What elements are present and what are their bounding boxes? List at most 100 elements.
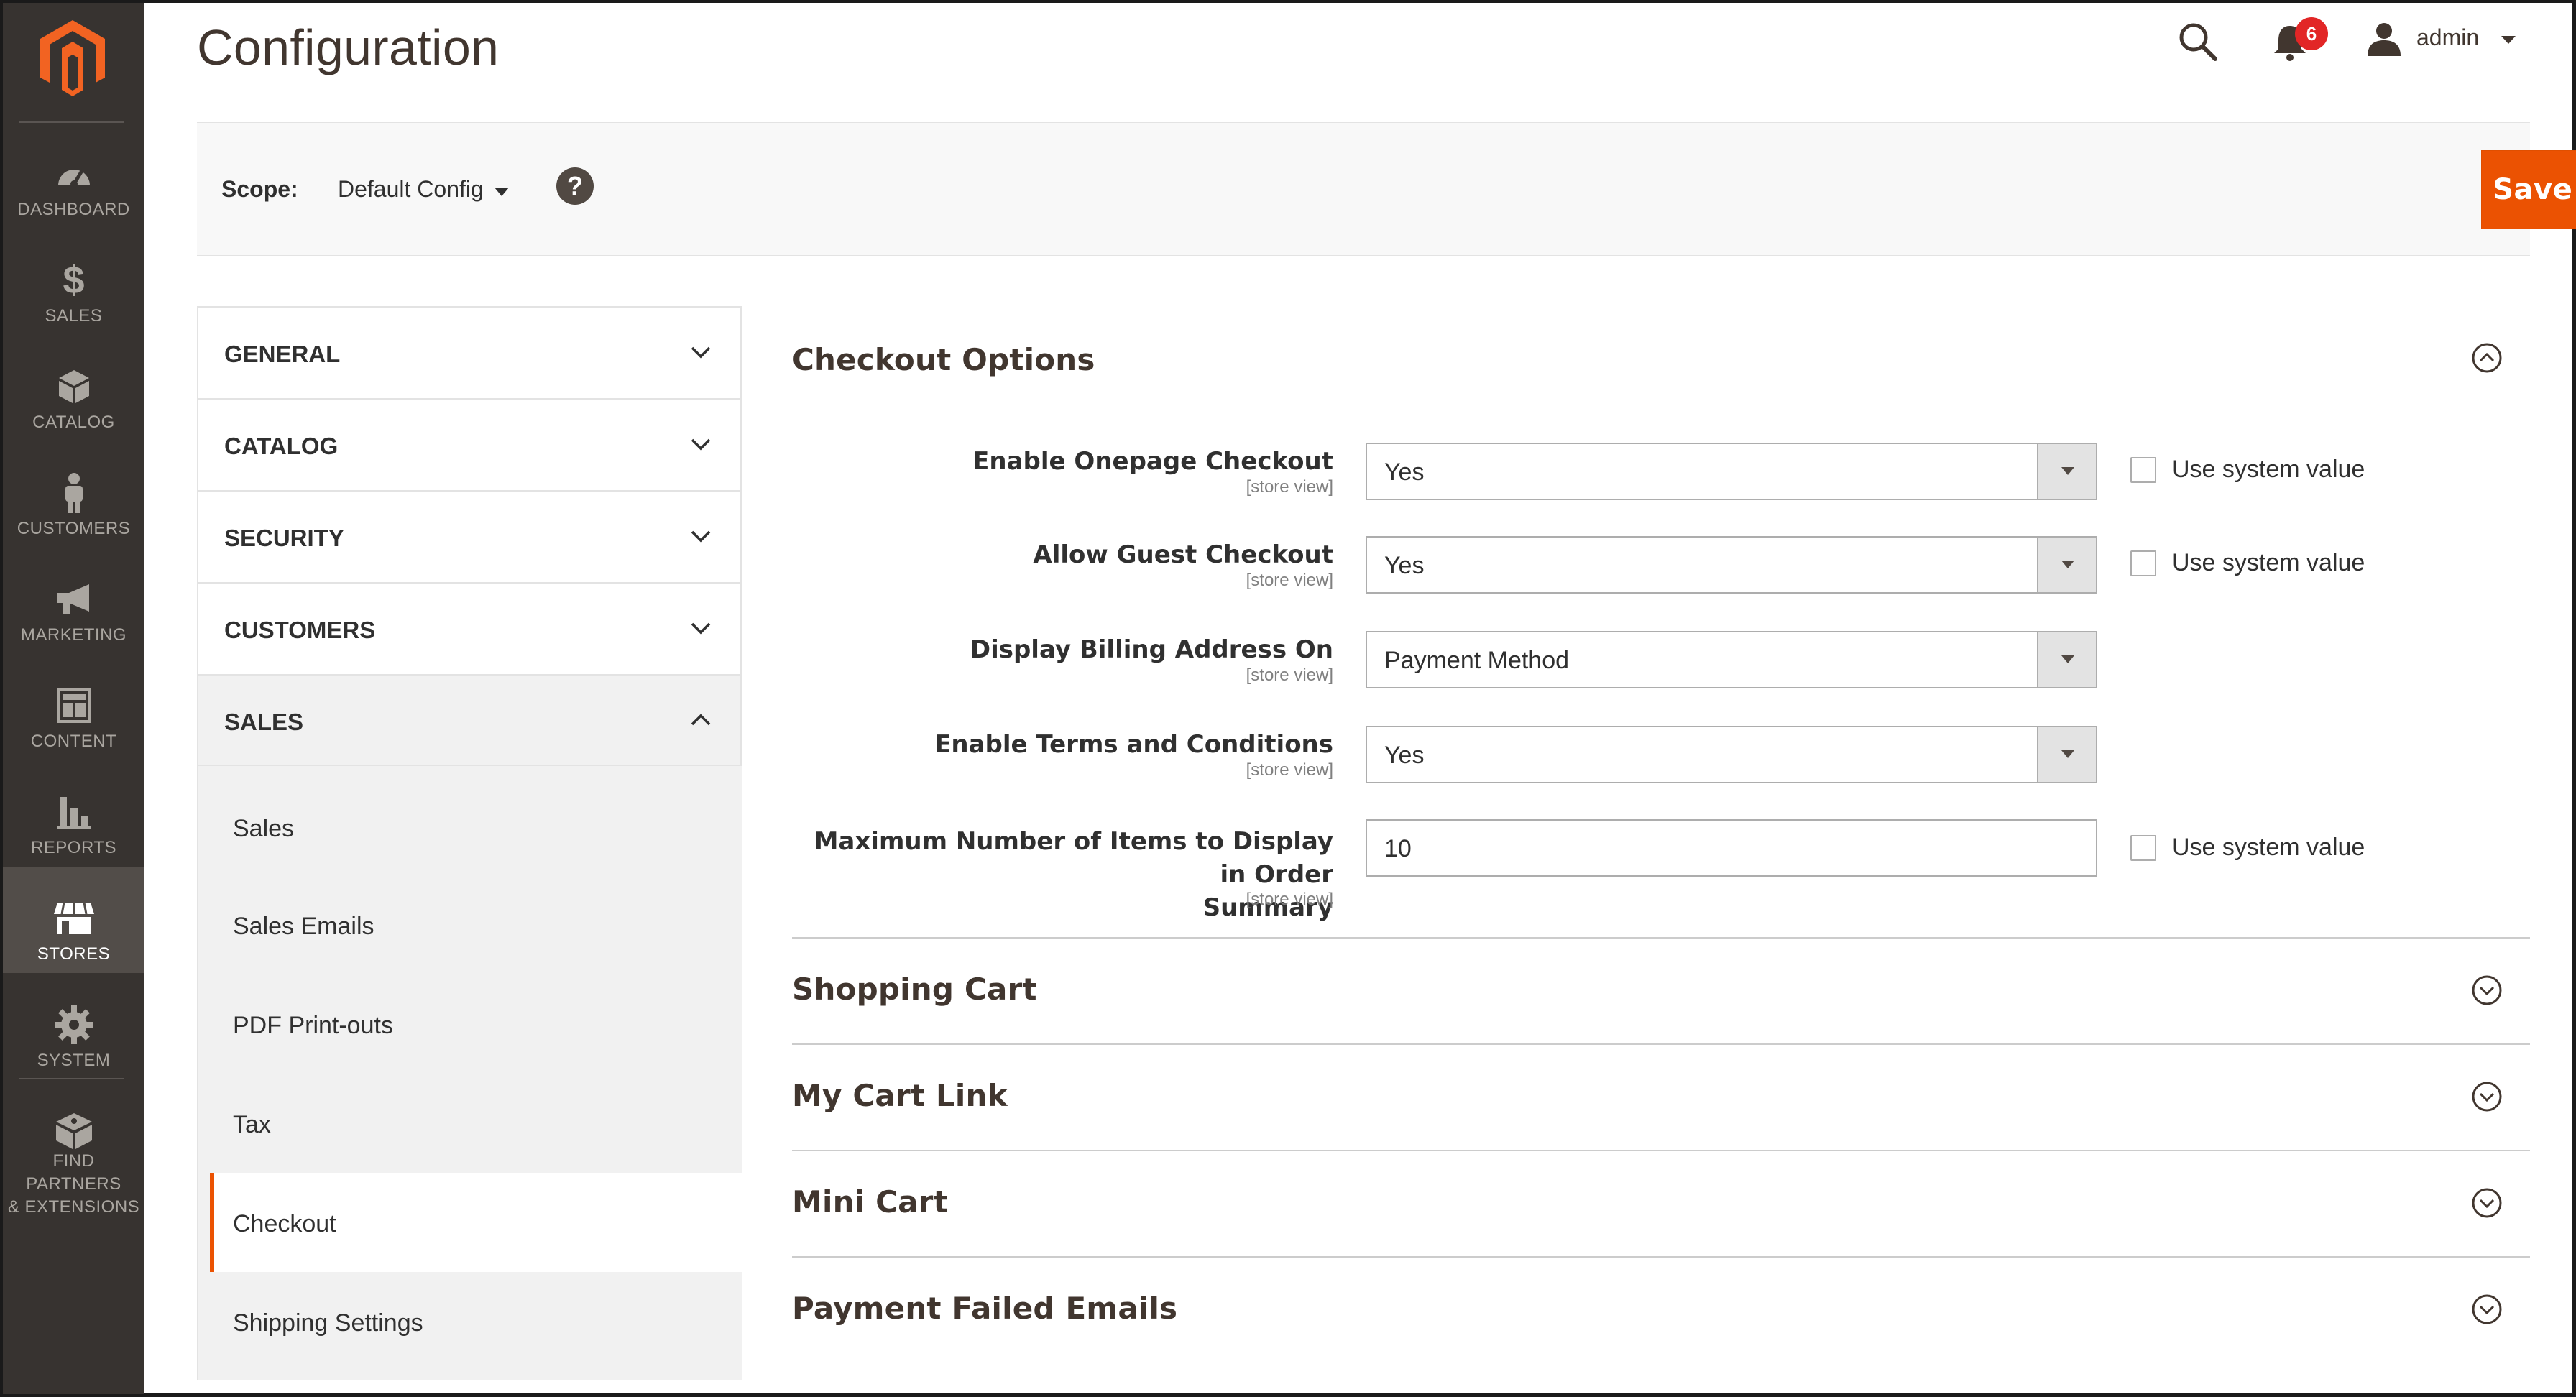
subnav-item-pdf-print-outs[interactable]: PDF Print-outs [198, 974, 742, 1074]
caret-down-icon[interactable] [494, 188, 509, 196]
section-title-checkout-options[interactable]: Checkout Options [792, 342, 1095, 377]
tab-label: SECURITY [224, 525, 344, 551]
checkbox-label[interactable]: Use system value [2172, 834, 2365, 862]
subnav-item-shipping-settings[interactable]: Shipping Settings [198, 1272, 742, 1380]
sidebar-item-sales[interactable]: $ SALES [3, 229, 144, 335]
config-tabs: GENERAL CATALOG SECURITY CUSTOMERS SALES… [197, 306, 742, 1380]
expand-icon[interactable] [2471, 1081, 2503, 1112]
tab-security[interactable]: SECURITY [197, 490, 742, 582]
sales-subnav: Sales Sales Emails PDF Print-outs Tax Ch… [197, 766, 742, 1380]
dropdown-arrow-icon[interactable] [2037, 727, 2096, 782]
tab-general[interactable]: GENERAL [197, 306, 742, 398]
user-menu-name[interactable]: admin [2416, 24, 2479, 51]
subnav-label: PDF Print-outs [233, 1012, 393, 1039]
field-label: Enable Terms and Conditions [934, 730, 1333, 759]
subnav-label: Sales [233, 815, 295, 842]
checkbox-label[interactable]: Use system value [2172, 549, 2365, 577]
scope-switcher[interactable]: Default Config [338, 176, 484, 203]
sidebar-item-label: DASHBOARD [17, 200, 130, 219]
sidebar-item-stores[interactable]: STORES [3, 867, 144, 973]
tab-label: SALES [224, 709, 304, 735]
sidebar-item-find-partners[interactable]: FIND PARTNERS & EXTENSIONS [3, 1079, 144, 1217]
chevron-down-icon [691, 622, 711, 635]
section-title-my-cart-link[interactable]: My Cart Link [792, 1078, 1008, 1113]
display-billing-address-on-select[interactable]: Payment Method [1366, 631, 2097, 688]
dropdown-arrow-icon[interactable] [2037, 632, 2096, 687]
admin-sidebar: DASHBOARD $ SALES CATALOG CUSTOMERS MARK… [3, 3, 144, 1394]
sidebar-item-label: CATALOG [32, 412, 115, 432]
sidebar-item-content[interactable]: CONTENT [3, 654, 144, 760]
chevron-down-icon[interactable] [2501, 36, 2516, 44]
sidebar-item-catalog[interactable]: CATALOG [3, 335, 144, 441]
scope-bar: Scope: Default Config ? Save Config [197, 122, 2576, 256]
scope-label: Scope: [221, 176, 298, 202]
chevron-down-icon [691, 530, 711, 543]
magento-logo-icon[interactable] [40, 20, 105, 96]
section-divider [792, 1256, 2530, 1258]
chevron-down-icon [691, 438, 711, 451]
dropdown-arrow-icon[interactable] [2037, 444, 2096, 499]
max-items-order-summary-input[interactable]: 10 [1366, 819, 2097, 877]
sidebar-item-label: CUSTOMERS [17, 519, 131, 538]
box-icon [52, 365, 96, 408]
dashboard-icon [52, 152, 96, 195]
expand-icon[interactable] [2471, 1294, 2503, 1325]
sidebar-item-label: STORES [37, 944, 111, 964]
expand-icon[interactable] [2471, 1187, 2503, 1219]
subnav-item-checkout[interactable]: Checkout [210, 1173, 742, 1272]
sidebar-item-customers[interactable]: CUSTOMERS [3, 441, 144, 548]
search-icon[interactable] [2178, 22, 2218, 62]
save-config-button[interactable]: Save Config [2481, 150, 2576, 229]
tab-label: GENERAL [224, 341, 341, 367]
sidebar-item-system[interactable]: SYSTEM [3, 973, 144, 1079]
enable-onepage-checkout-select[interactable]: Yes [1366, 443, 2097, 500]
section-divider [792, 937, 2530, 939]
subnav-item-sales-emails[interactable]: Sales Emails [198, 875, 742, 974]
field-label: Allow Guest Checkout [1033, 540, 1333, 569]
section-title-mini-cart[interactable]: Mini Cart [792, 1184, 948, 1220]
sidebar-item-label: CONTENT [30, 732, 117, 751]
section-title-payment-failed-emails[interactable]: Payment Failed Emails [792, 1291, 1177, 1326]
collapse-icon[interactable] [2471, 342, 2503, 374]
field-label: Enable Onepage Checkout [972, 447, 1333, 476]
use-system-value-checkbox[interactable] [2130, 835, 2156, 861]
layout-icon [52, 684, 96, 727]
subnav-label: Sales Emails [233, 913, 374, 940]
select-value: Yes [1384, 742, 1425, 769]
allow-guest-checkout-select[interactable]: Yes [1366, 536, 2097, 594]
page-title: Configuration [197, 19, 500, 75]
help-icon[interactable]: ? [556, 167, 594, 205]
sidebar-item-label: MARKETING [20, 625, 127, 645]
section-divider [792, 1150, 2530, 1151]
field-scope: [store view] [1246, 665, 1333, 685]
dropdown-arrow-icon[interactable] [2037, 538, 2096, 592]
subnav-item-sales[interactable]: Sales [198, 766, 742, 875]
tab-label: CATALOG [224, 433, 339, 459]
tab-sales[interactable]: SALES [197, 674, 742, 766]
notifications-badge[interactable]: 6 [2295, 17, 2328, 50]
subnav-label: Tax [233, 1111, 271, 1138]
sidebar-item-reports[interactable]: REPORTS [3, 760, 144, 867]
subnav-item-tax[interactable]: Tax [198, 1074, 742, 1173]
checkbox-label[interactable]: Use system value [2172, 456, 2365, 484]
megaphone-icon [52, 578, 96, 621]
select-value: Yes [1384, 458, 1425, 486]
tab-customers[interactable]: CUSTOMERS [197, 582, 742, 674]
expand-icon[interactable] [2471, 974, 2503, 1006]
input-value: 10 [1384, 835, 1412, 862]
gear-icon [52, 1003, 96, 1046]
sidebar-item-marketing[interactable]: MARKETING [3, 548, 144, 654]
bar-chart-icon [52, 790, 96, 834]
user-icon[interactable] [2366, 22, 2402, 57]
chevron-down-icon [691, 346, 711, 359]
use-system-value-checkbox[interactable] [2130, 550, 2156, 576]
sidebar-item-label: SALES [45, 306, 103, 326]
tab-catalog[interactable]: CATALOG [197, 398, 742, 490]
section-title-shopping-cart[interactable]: Shopping Cart [792, 972, 1037, 1007]
enable-terms-and-conditions-select[interactable]: Yes [1366, 726, 2097, 783]
use-system-value-checkbox[interactable] [2130, 457, 2156, 483]
sidebar-item-dashboard[interactable]: DASHBOARD [3, 122, 144, 229]
tab-label: CUSTOMERS [224, 617, 376, 643]
blocks-icon [52, 1110, 96, 1153]
sidebar-item-label: SYSTEM [37, 1051, 111, 1070]
